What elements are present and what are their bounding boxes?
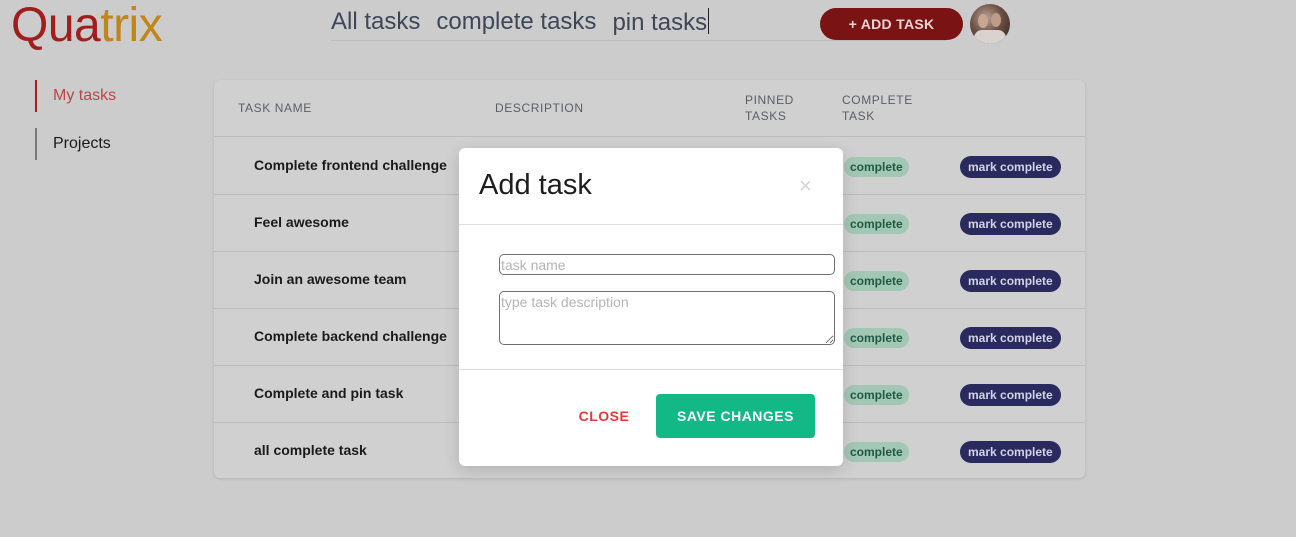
save-changes-button[interactable]: SAVE CHANGES xyxy=(656,394,815,438)
task-name-input[interactable] xyxy=(499,254,835,275)
close-icon[interactable]: × xyxy=(799,174,812,198)
modal-header-divider xyxy=(459,224,843,225)
modal-title: Add task xyxy=(479,169,592,201)
modal-footer-divider xyxy=(459,369,843,370)
add-task-modal: Add task × CLOSE SAVE CHANGES xyxy=(459,148,843,466)
task-description-textarea[interactable] xyxy=(499,291,835,345)
close-button[interactable]: CLOSE xyxy=(572,394,636,438)
